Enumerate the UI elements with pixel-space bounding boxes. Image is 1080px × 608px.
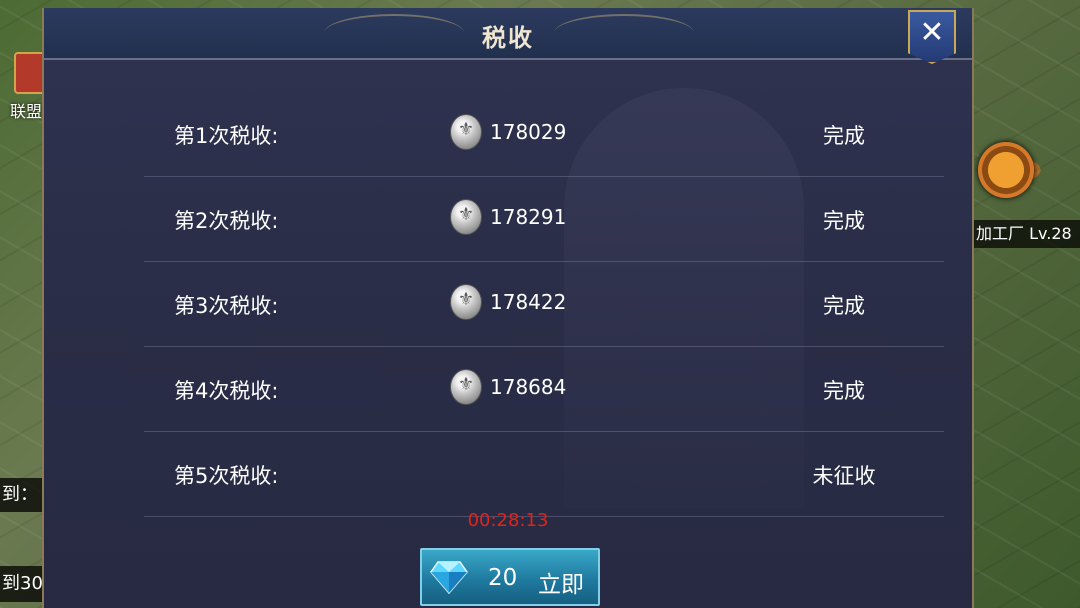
tax-row-amount: 178422 bbox=[490, 290, 567, 314]
silver-coin-icon bbox=[450, 369, 482, 405]
tax-list: 第1次税收: 178029 完成 第2次税收: 178291 完成 第3次税收:… bbox=[144, 92, 944, 517]
tax-row: 第5次税收: 未征收 bbox=[144, 432, 944, 517]
tax-row-status: 完成 bbox=[823, 379, 865, 403]
tax-row-label: 第5次税收: bbox=[174, 464, 279, 488]
tax-row: 第1次税收: 178029 完成 bbox=[144, 92, 944, 177]
tax-row-label: 第2次税收: bbox=[174, 209, 279, 233]
tax-row-status: 完成 bbox=[823, 209, 865, 233]
tax-row-status: 完成 bbox=[823, 294, 865, 318]
countdown-timer: 00:28:13 bbox=[467, 510, 549, 531]
silver-coin-icon bbox=[450, 199, 482, 235]
left-info-bar-2: 到30 bbox=[0, 566, 44, 602]
factory-icon[interactable] bbox=[978, 142, 1034, 198]
dialog-header: 税收 bbox=[44, 8, 972, 60]
close-button[interactable]: ✕ bbox=[908, 10, 956, 64]
instant-collect-button[interactable]: 20 立即 bbox=[420, 548, 600, 606]
diamond-gem-icon bbox=[430, 561, 468, 594]
button-label: 立即 bbox=[538, 572, 584, 598]
dialog-title: 税收 bbox=[482, 24, 534, 52]
tax-row-label: 第1次税收: bbox=[174, 124, 279, 148]
factory-label: 加工厂 Lv.28 bbox=[972, 220, 1080, 248]
tax-row: 第4次税收: 178684 完成 bbox=[144, 347, 944, 432]
tax-row-label: 第3次税收: bbox=[174, 294, 279, 318]
silver-coin-icon bbox=[450, 284, 482, 320]
tax-row-amount: 178684 bbox=[490, 375, 567, 399]
tax-dialog: 税收 ✕ 第1次税收: 178029 完成 第2次税收: 178291 完成 第… bbox=[42, 8, 974, 608]
tax-row-amount: 178029 bbox=[490, 120, 567, 144]
alliance-label: 联盟 bbox=[10, 102, 43, 121]
close-icon: ✕ bbox=[919, 15, 945, 50]
button-cost: 20 bbox=[488, 565, 518, 591]
tax-row-status: 完成 bbox=[823, 124, 865, 148]
tax-row: 第2次税收: 178291 完成 bbox=[144, 177, 944, 262]
left-info-bar: 到： bbox=[0, 478, 44, 512]
tax-row-status: 未征收 bbox=[812, 464, 876, 488]
tax-row-amount: 178291 bbox=[490, 205, 567, 229]
tax-row: 第3次税收: 178422 完成 bbox=[144, 262, 944, 347]
tax-row-label: 第4次税收: bbox=[174, 379, 279, 403]
silver-coin-icon bbox=[450, 114, 482, 150]
